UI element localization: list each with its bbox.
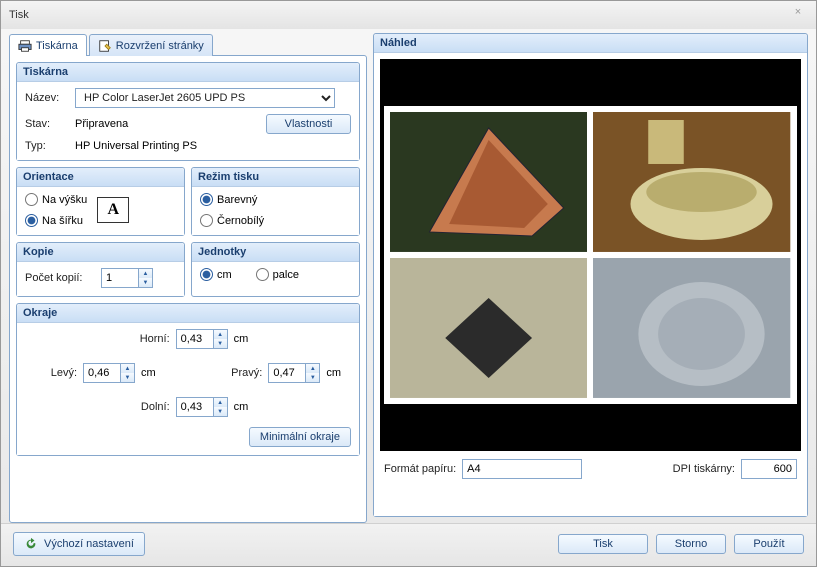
preview-page (384, 106, 797, 404)
apply-button[interactable]: Použít (734, 534, 804, 554)
group-orientation-title: Orientace (17, 168, 184, 187)
printer-type-value: HP Universal Printing PS (75, 140, 197, 152)
units-cm-label: cm (217, 269, 232, 281)
preview-thumb-4 (593, 258, 790, 398)
printer-status-label: Stav: (25, 118, 69, 130)
orientation-portrait-radio[interactable]: Na výšku (25, 193, 87, 206)
up-arrow-icon[interactable]: ▲ (214, 330, 227, 339)
group-orientation: Orientace Na výšku Na šířku A (16, 167, 185, 236)
margin-bottom-input[interactable] (177, 398, 213, 416)
min-margins-button[interactable]: Minimální okraje (249, 427, 351, 447)
group-printer: Tiskárna Název: HP Color LaserJet 2605 U… (16, 62, 360, 161)
margin-left-label: Levý: (35, 367, 77, 379)
margin-right-input[interactable] (269, 364, 305, 382)
cancel-button[interactable]: Storno (656, 534, 726, 554)
margin-unit: cm (326, 367, 341, 379)
margin-bottom-spinner[interactable]: ▲▼ (176, 397, 228, 417)
group-preview: Náhled Formát papíru: (373, 33, 808, 517)
up-arrow-icon[interactable]: ▲ (306, 364, 319, 373)
print-mode-color-label: Barevný (217, 194, 257, 206)
close-icon[interactable]: × (788, 6, 808, 24)
tab-layout-label: Rozvržení stránky (116, 40, 204, 52)
paper-format-input[interactable] (462, 459, 582, 479)
down-arrow-icon[interactable]: ▼ (214, 407, 227, 416)
dpi-input[interactable] (741, 459, 797, 479)
orientation-landscape-label: Na šířku (42, 215, 83, 227)
margin-unit: cm (141, 367, 156, 379)
properties-button[interactable]: Vlastnosti (266, 114, 351, 134)
group-preview-title: Náhled (374, 34, 807, 53)
group-printer-title: Tiskárna (17, 63, 359, 82)
margin-left-input[interactable] (84, 364, 120, 382)
printer-name-label: Název: (25, 92, 69, 104)
up-arrow-icon[interactable]: ▲ (214, 398, 227, 407)
units-inch-label: palce (273, 269, 299, 281)
group-units: Jednotky cm palce (191, 242, 360, 297)
print-mode-bw-label: Černobílý (217, 215, 264, 227)
group-print-mode-title: Režim tisku (192, 168, 359, 187)
defaults-label: Výchozí nastavení (44, 538, 134, 550)
tabstrip: Tiskárna Rozvržení stránky (9, 34, 367, 56)
down-arrow-icon[interactable]: ▼ (121, 373, 134, 382)
down-arrow-icon[interactable]: ▼ (214, 339, 227, 348)
group-print-mode: Režim tisku Barevný Černobílý (191, 167, 360, 236)
margin-right-label: Pravý: (220, 367, 262, 379)
group-copies-title: Kopie (17, 243, 184, 262)
units-inch-radio[interactable]: palce (256, 268, 299, 281)
footer: Výchozí nastavení Tisk Storno Použít (1, 523, 816, 566)
tab-printer[interactable]: Tiskárna (9, 34, 87, 56)
preview-thumb-3 (390, 258, 587, 398)
print-dialog: Tisk × Tiskárna Rozvržení stránky (0, 0, 817, 567)
layout-icon (98, 39, 112, 53)
paper-format-label: Formát papíru: (384, 463, 456, 475)
preview-frame (380, 59, 801, 451)
titlebar: Tisk × (1, 1, 816, 29)
margin-unit: cm (234, 401, 249, 413)
down-arrow-icon[interactable]: ▼ (139, 278, 152, 287)
group-margins: Okraje Horní: ▲▼ cm Levý: ▲▼ cm (16, 303, 360, 456)
group-copies: Kopie Počet kopií: ▲▼ (16, 242, 185, 297)
orientation-icon: A (97, 197, 129, 223)
copies-label: Počet kopií: (25, 272, 95, 284)
refresh-icon (24, 537, 38, 551)
group-margins-title: Okraje (17, 304, 359, 323)
margin-bottom-label: Dolní: (128, 401, 170, 413)
dpi-label: DPI tiskárny: (673, 463, 735, 475)
orientation-landscape-radio[interactable]: Na šířku (25, 214, 87, 227)
tab-layout[interactable]: Rozvržení stránky (89, 34, 213, 56)
tab-printer-page: Tiskárna Název: HP Color LaserJet 2605 U… (9, 55, 367, 523)
margin-left-spinner[interactable]: ▲▼ (83, 363, 135, 383)
margin-right-spinner[interactable]: ▲▼ (268, 363, 320, 383)
orientation-portrait-label: Na výšku (42, 194, 87, 206)
printer-status-value: Připravena (75, 118, 260, 130)
print-button[interactable]: Tisk (558, 534, 648, 554)
up-arrow-icon[interactable]: ▲ (139, 269, 152, 278)
copies-spinner[interactable]: ▲▼ (101, 268, 153, 288)
group-units-title: Jednotky (192, 243, 359, 262)
up-arrow-icon[interactable]: ▲ (121, 364, 134, 373)
defaults-button[interactable]: Výchozí nastavení (13, 532, 145, 556)
printer-type-label: Typ: (25, 140, 69, 152)
preview-thumb-2 (593, 112, 790, 252)
print-mode-color-radio[interactable]: Barevný (200, 193, 351, 206)
tab-printer-label: Tiskárna (36, 40, 78, 52)
window-title: Tisk (9, 9, 788, 21)
copies-input[interactable] (102, 269, 138, 287)
printer-name-select[interactable]: HP Color LaserJet 2605 UPD PS (75, 88, 335, 108)
margin-top-spinner[interactable]: ▲▼ (176, 329, 228, 349)
preview-thumb-1 (390, 112, 587, 252)
margin-top-label: Horní: (128, 333, 170, 345)
margin-unit: cm (234, 333, 249, 345)
printer-icon (18, 39, 32, 53)
print-mode-bw-radio[interactable]: Černobílý (200, 214, 351, 227)
units-cm-radio[interactable]: cm (200, 268, 232, 281)
margin-top-input[interactable] (177, 330, 213, 348)
down-arrow-icon[interactable]: ▼ (306, 373, 319, 382)
